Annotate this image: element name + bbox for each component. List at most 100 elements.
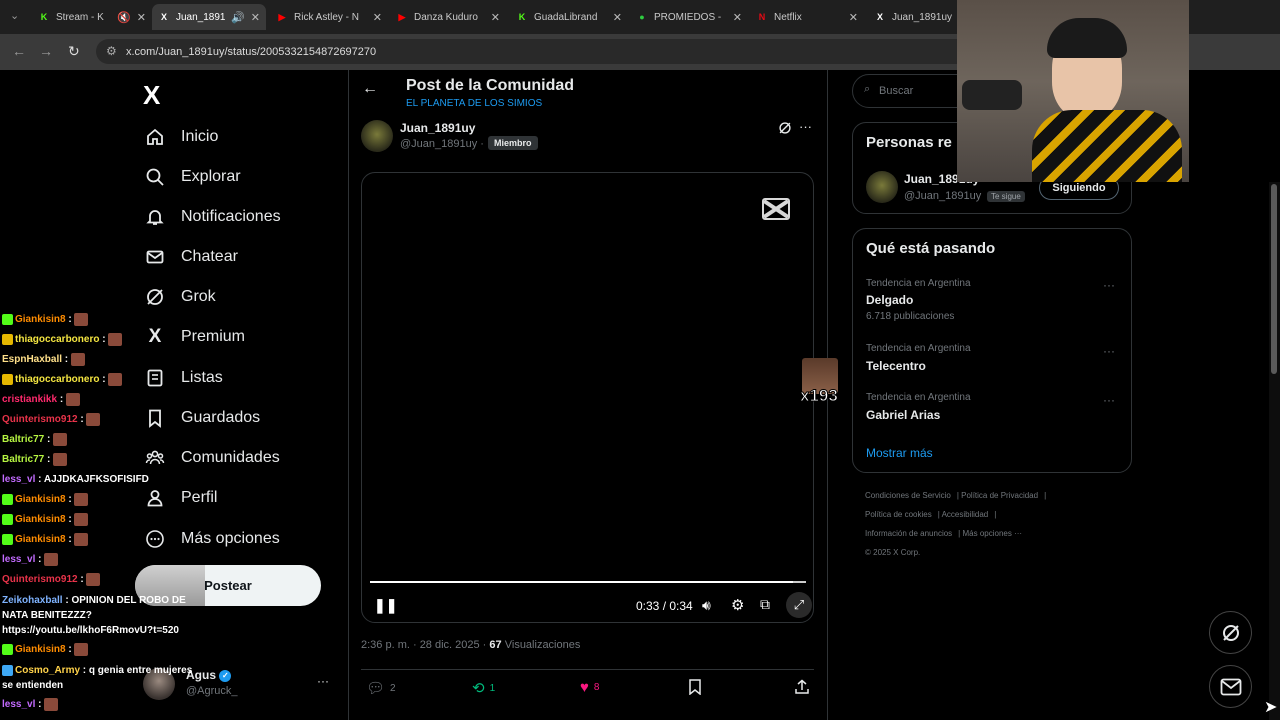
tab-search-icon[interactable]: ⌄ xyxy=(10,9,19,22)
chat-username[interactable]: less_vl xyxy=(2,554,35,565)
community-link[interactable]: EL PLANETA DE LOS SIMIOS xyxy=(406,98,542,109)
footer-link[interactable]: Política de cookies xyxy=(865,510,932,519)
chat-username[interactable]: Giankisin8 xyxy=(15,514,66,525)
close-icon[interactable]: ✕ xyxy=(849,11,858,24)
chat-text: : xyxy=(99,374,106,385)
video-progress-fill xyxy=(370,581,793,583)
volume-icon[interactable]: 🔊︎ xyxy=(702,597,711,614)
scrollbar-thumb[interactable] xyxy=(1271,184,1277,374)
grok-float-button[interactable] xyxy=(1209,611,1252,654)
video-player[interactable]: ❚❚ 0:33 / 0:34 🔊︎ ⚙ ⧉ ⤢ xyxy=(361,172,814,623)
chat-username[interactable]: Quinterismo912 xyxy=(2,574,78,585)
sidebar-item-explorar[interactable]: Explorar xyxy=(144,163,241,191)
chat-username[interactable]: thiagoccarbonero xyxy=(15,374,99,385)
chat-username[interactable]: Baltric77 xyxy=(2,434,44,445)
post-timestamp[interactable]: 2:36 p. m. · 28 dic. 2025 · xyxy=(361,639,486,651)
trend-more-icon[interactable]: ··· xyxy=(1103,344,1115,358)
footer-link[interactable]: Más opciones ··· xyxy=(962,529,1022,538)
reload-icon[interactable]: ↻ xyxy=(68,43,80,60)
video-controls: ❚❚ 0:33 / 0:34 🔊︎ ⚙ ⧉ ⤢ xyxy=(362,592,813,619)
chat-emote-icon xyxy=(108,332,123,346)
chat-username[interactable]: Baltric77 xyxy=(2,454,44,465)
author-name[interactable]: Juan_1891uy xyxy=(400,121,475,135)
close-icon[interactable]: ✕ xyxy=(137,11,146,24)
chat-text: : xyxy=(35,699,42,710)
browser-tab-8[interactable]: X Juan_1891uy xyxy=(868,4,958,30)
browser-tab-6[interactable]: ● PROMIEDOS - ✕ xyxy=(630,4,748,30)
show-more-link[interactable]: Mostrar más xyxy=(866,446,933,460)
author-handle[interactable]: @Juan_1891uy · xyxy=(400,138,484,150)
account-more-icon[interactable]: ··· xyxy=(317,674,329,688)
sidebar-item-notificaciones[interactable]: Notificaciones xyxy=(144,203,281,231)
sidebar-item-chatear[interactable]: Chatear xyxy=(144,243,238,271)
browser-tab-3[interactable]: ▶ Rick Astley - N ✕ xyxy=(270,4,388,30)
chat-username[interactable]: EspnHaxball xyxy=(2,354,62,365)
trend-more-icon[interactable]: ··· xyxy=(1103,393,1115,407)
chat-username[interactable]: less_vl xyxy=(2,699,35,710)
chat-username[interactable]: Giankisin8 xyxy=(15,644,66,655)
trend-name[interactable]: Telecentro xyxy=(866,359,926,373)
browser-tab-1[interactable]: K Stream - K 🔇 ✕ xyxy=(32,4,152,30)
more-options-icon[interactable]: ··· xyxy=(799,119,812,134)
trend-name[interactable]: Delgado xyxy=(866,293,913,307)
mute-icon[interactable]: 🔇 xyxy=(117,11,131,24)
browser-tab-7[interactable]: N Netflix ✕ xyxy=(750,4,864,30)
forward-icon[interactable]: → xyxy=(39,43,53,59)
sidebar-item-inicio[interactable]: Inicio xyxy=(144,123,218,151)
close-icon[interactable]: ✕ xyxy=(251,11,260,24)
chat-text: : xyxy=(65,534,72,545)
bookmark-button[interactable] xyxy=(688,679,702,695)
close-icon[interactable]: ✕ xyxy=(733,11,742,24)
chat-emote-icon xyxy=(53,432,68,446)
like-button[interactable]: ♥ 8 xyxy=(580,679,599,696)
chat-badge-icon xyxy=(2,493,13,505)
settings-icon[interactable]: ⚙ xyxy=(731,596,744,614)
repost-icon: ⟲ xyxy=(472,680,485,697)
trend-category: Tendencia en Argentina xyxy=(866,392,971,403)
close-icon[interactable]: ✕ xyxy=(373,11,382,24)
site-info-icon[interactable]: ⚙ xyxy=(106,44,117,58)
browser-tab-5[interactable]: K GuadaLibrand ✕ xyxy=(510,4,628,30)
chat-username[interactable]: Quinterismo912 xyxy=(2,414,78,425)
footer-link[interactable]: Accesibilidad xyxy=(942,510,989,519)
grok-icon[interactable] xyxy=(778,121,792,140)
messages-float-button[interactable] xyxy=(1209,665,1252,708)
browser-tab-2[interactable]: X Juan_1891 🔊 ✕ xyxy=(152,4,266,30)
author-avatar[interactable] xyxy=(361,120,393,152)
reply-button[interactable]: 💬︎ 2 xyxy=(366,679,396,697)
chat-username[interactable]: Giankisin8 xyxy=(15,314,66,325)
chat-username[interactable]: Giankisin8 xyxy=(15,494,66,505)
sidebar-item-grok[interactable]: Grok xyxy=(144,283,216,311)
back-icon[interactable]: ← xyxy=(12,43,26,59)
close-icon[interactable]: ✕ xyxy=(613,11,622,24)
picture-in-picture-icon[interactable]: ⧉ xyxy=(760,596,770,613)
chat-username[interactable]: less_vl xyxy=(2,474,35,485)
footer-link[interactable]: Política de Privacidad xyxy=(961,491,1038,500)
chat-username[interactable]: Cosmo_Army xyxy=(15,665,80,676)
fullscreen-icon[interactable]: ⤢ xyxy=(786,592,812,618)
browser-tab-4[interactable]: ▶ Danza Kuduro ✕ xyxy=(390,4,506,30)
trend-name[interactable]: Gabriel Arias xyxy=(866,408,940,422)
share-button[interactable] xyxy=(794,679,810,695)
url-input[interactable]: ⚙ x.com/Juan_1891uy/status/20053321548726… xyxy=(96,39,996,64)
footer-link[interactable]: Información de anuncios xyxy=(865,529,952,538)
pause-icon[interactable]: ❚❚ xyxy=(374,597,397,614)
speaker-icon[interactable]: 🔊 xyxy=(231,11,245,24)
chat-username[interactable]: thiagoccarbonero xyxy=(15,334,99,345)
footer-link[interactable]: Condiciones de Servicio xyxy=(865,491,951,500)
back-arrow-icon[interactable]: ← xyxy=(362,80,378,98)
webcam-hair xyxy=(1047,18,1127,58)
x-logo-icon[interactable]: X xyxy=(143,80,160,111)
chat-username[interactable]: cristiankikk xyxy=(2,394,57,405)
avatar[interactable] xyxy=(866,171,898,203)
trends-panel: Qué está pasando Tendencia en Argentina … xyxy=(852,228,1132,473)
repost-button[interactable]: ⟲ 1 xyxy=(472,679,495,697)
video-progress-bar[interactable] xyxy=(370,581,806,583)
copyright: © 2025 X Corp. xyxy=(865,548,921,557)
trend-more-icon[interactable]: ··· xyxy=(1103,278,1115,292)
chat-username[interactable]: Zeikohaxball xyxy=(2,595,63,606)
chat-text: : xyxy=(99,334,106,345)
chat-username[interactable]: Giankisin8 xyxy=(15,534,66,545)
emote-counter: x193 xyxy=(800,386,839,406)
close-icon[interactable]: ✕ xyxy=(491,11,500,24)
